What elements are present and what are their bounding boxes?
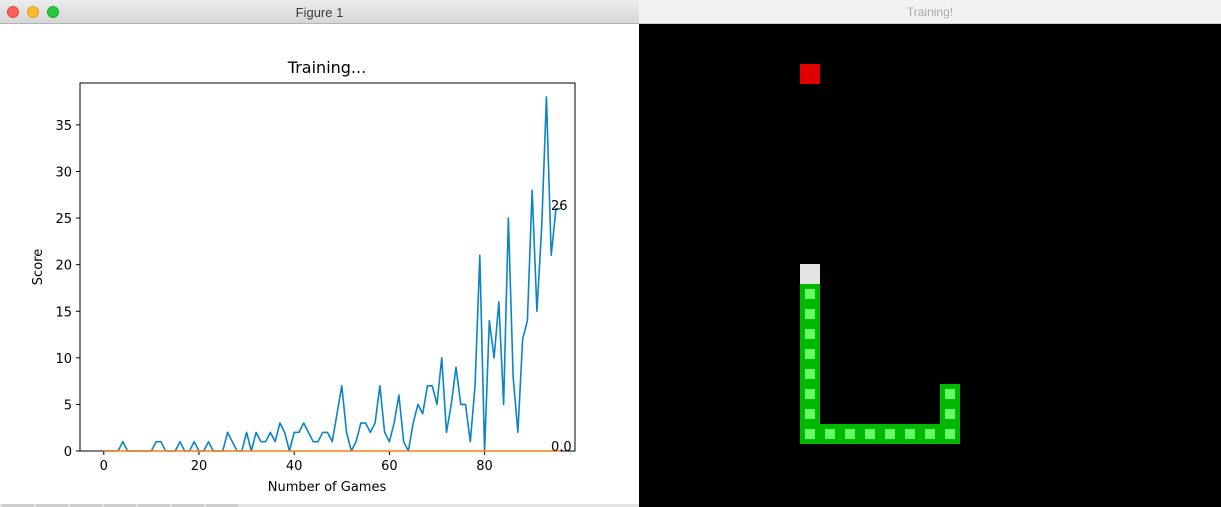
y-tick-label: 10 [55,352,72,367]
food-block [800,64,820,84]
snake-body-segment [840,424,860,444]
series-mean-end-label: 0.0 [551,440,572,455]
snake-body-segment [800,324,820,344]
snake-body-segment [900,424,920,444]
snake-body-segment [820,424,840,444]
series-score-end-label: 26 [551,199,568,214]
x-tick-label: 80 [476,459,493,474]
y-tick-label: 35 [55,119,72,134]
figure-canvas: Training... Number of Games Score 0 20 40 6… [0,24,639,507]
snake-head [800,264,820,284]
game-window: Training! [639,0,1221,507]
y-tick-label: 0 [64,445,72,460]
snake-body-segment [940,404,960,424]
snake-body-segment [860,424,880,444]
y-tick-label: 30 [55,166,72,181]
y-tick-label: 5 [64,398,72,413]
y-tick-label: 20 [55,259,72,274]
snake-body-segment [800,384,820,404]
x-tick-label: 0 [100,459,108,474]
snake-body-segment [800,364,820,384]
snake-body-segment [800,304,820,324]
x-axis-label: Number of Games [268,480,387,495]
figure-window: Figure 1 Training... Number of Games Sco… [0,0,639,507]
snake-body-segment [800,404,820,424]
figure-titlebar[interactable]: Figure 1 [0,0,639,24]
chart-title: Training... [287,58,366,77]
game-window-title: Training! [906,5,954,19]
y-tick-label: 15 [55,305,72,320]
snake-body-segment [880,424,900,444]
y-axis-label: Score [31,249,46,285]
snake-body-segment [940,384,960,404]
x-tick-label: 20 [191,459,208,474]
game-titlebar[interactable]: Training! [639,0,1221,24]
snake-body-segment [800,424,820,444]
x-tick-label: 60 [381,459,398,474]
figure-window-title: Figure 1 [295,5,344,20]
x-tick-label: 40 [286,459,303,474]
snake-body-segment [800,284,820,304]
snake-body-segment [940,424,960,444]
plot-area [79,82,576,452]
snake-body-segment [920,424,940,444]
snake-body-segment [800,344,820,364]
score-chart: Training... Number of Games Score 0 20 40 6… [31,58,576,495]
y-tick-label: 25 [55,212,72,227]
game-board [639,24,1221,507]
